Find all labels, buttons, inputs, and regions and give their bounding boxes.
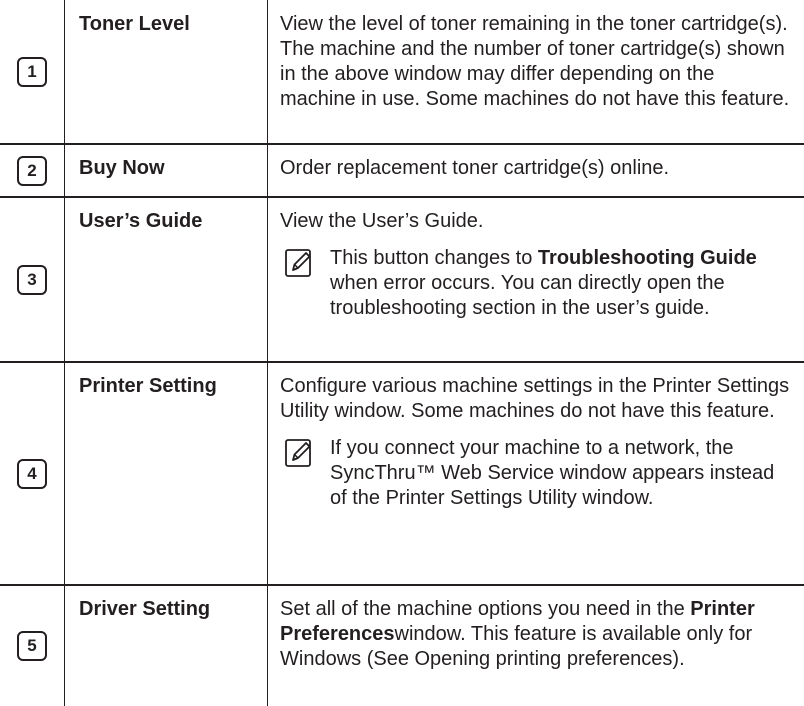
table-row: 4 Printer Setting Configure various mach…	[0, 361, 804, 585]
description-cell: Set all of the machine options you need …	[267, 584, 804, 706]
row-number-badge: 4	[17, 458, 47, 489]
description-cell: View the level of toner remaining in the…	[268, 0, 804, 144]
row-number-badge: 1	[17, 56, 47, 87]
description-text: Order replacement toner cartridge(s) onl…	[280, 157, 670, 179]
term-cell: User’s Guide	[64, 196, 268, 362]
term-cell: Buy Now	[64, 143, 268, 197]
table-row: 5 Driver Setting Set all of the machine …	[0, 584, 804, 706]
note-pencil-icon	[280, 436, 330, 511]
description-text: View the level of toner remaining in the…	[280, 13, 790, 110]
table-row: 3 User’s Guide View the User’s Guide. Th…	[0, 196, 804, 362]
row-number-cell: 4	[0, 361, 65, 585]
description-cell: Order replacement toner cartridge(s) onl…	[267, 143, 804, 197]
row-number-badge: 2	[17, 155, 47, 186]
note-text: If you connect your machine to a network…	[330, 437, 775, 509]
row-number-badge: 3	[17, 264, 47, 295]
table-row: 2 Buy Now Order replacement toner cartri…	[0, 143, 804, 197]
term-cell: Printer Setting	[64, 361, 268, 585]
note-box: This button changes to Troubleshooting G…	[280, 246, 792, 321]
note-box: If you connect your machine to a network…	[280, 436, 792, 511]
note-text: This button changes to Troubleshooting G…	[330, 246, 792, 321]
row-number-cell: 1	[0, 0, 65, 144]
note-text-after: when error occurs. You can directly open…	[330, 272, 725, 319]
description-cell: View the User’s Guide. This button chang…	[267, 196, 804, 362]
description-cell: Configure various machine settings in th…	[267, 361, 804, 585]
table-row: 1 Toner Level View the level of toner re…	[0, 0, 804, 144]
row-number-badge: 5	[17, 631, 47, 661]
description-text: View the User’s Guide.	[280, 210, 484, 232]
row-number-cell: 2	[0, 143, 65, 197]
term-cell: Driver Setting	[64, 584, 268, 706]
note-text-before: This button changes to	[330, 247, 538, 269]
description-text: Configure various machine settings in th…	[280, 375, 790, 422]
description-text-before: Set all of the machine options you need …	[280, 598, 691, 620]
term-cell: Toner Level	[64, 0, 268, 144]
row-number-cell: 5	[0, 584, 65, 706]
feature-reference-table: 1 Toner Level View the level of toner re…	[0, 0, 804, 706]
note-bold-term: Troubleshooting Guide	[537, 247, 757, 269]
row-number-cell: 3	[0, 196, 65, 362]
note-pencil-icon	[280, 246, 330, 321]
